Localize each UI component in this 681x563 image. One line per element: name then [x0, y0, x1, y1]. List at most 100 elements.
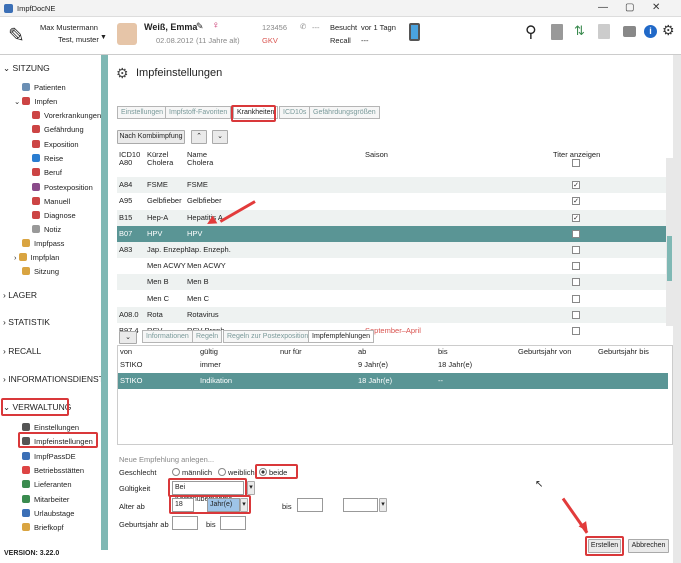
close-icon[interactable]: ✕ — [652, 2, 660, 13]
tab-einstellungen[interactable]: Einstellungen — [117, 106, 168, 119]
gueltigkeit-dropdown-icon[interactable]: ▾ — [247, 481, 255, 495]
titer-checkbox[interactable] — [572, 246, 580, 254]
titer-checkbox[interactable] — [572, 327, 580, 335]
table-row[interactable]: Men B Men B — [117, 274, 667, 291]
sidebar-item-diagnose[interactable]: Diagnose — [32, 211, 76, 220]
table-row[interactable]: Men C Men C — [117, 291, 667, 307]
search-icon[interactable]: ⚲ — [525, 22, 537, 42]
mobile-device-icon[interactable] — [409, 23, 420, 41]
sidebar-item-vorerkrankungen[interactable]: Vorerkrankungen — [32, 111, 101, 120]
item-icon — [32, 111, 40, 119]
section-recall[interactable]: › RECALL — [3, 346, 41, 356]
sidebar-item-impfplan[interactable]: › Impfplan — [14, 253, 59, 262]
table-row[interactable]: A84 FSME FSME ✓ — [117, 177, 667, 194]
document-icon[interactable] — [551, 24, 563, 40]
chevron-down-icon[interactable]: ▼ — [100, 34, 107, 41]
tab-impfstoff-favoriten[interactable]: Impfstoff-Favoriten — [165, 106, 232, 119]
gueltigkeit-label: Gültigkeit — [119, 484, 151, 493]
sidebar-item-betriebsstätten[interactable]: Betriebsstätten — [22, 465, 84, 475]
item-icon — [22, 423, 30, 431]
copy-icon[interactable] — [598, 24, 610, 39]
titer-checkbox[interactable] — [572, 278, 580, 287]
sidebar-item-urlaubstage[interactable]: Urlaubstage — [22, 508, 74, 518]
sidebar-item-postexposition[interactable]: Postexposition — [32, 182, 93, 192]
titer-checkbox[interactable] — [572, 310, 580, 319]
titer-checkbox[interactable] — [572, 262, 580, 271]
sidebar-item-lieferanten[interactable]: Lieferanten — [22, 480, 72, 489]
sidebar-item-manuell[interactable]: Manuell — [32, 196, 70, 206]
titer-checkbox[interactable] — [572, 294, 580, 303]
patient-age: (11 Jahre alt) — [196, 36, 240, 45]
sidebar-item-gefährdung[interactable]: Gefährdung — [32, 125, 84, 134]
alter-bis-dropdown-icon[interactable]: ▾ — [379, 498, 387, 512]
table-row[interactable]: B15 Hep-A Hepatitis A ✓ — [117, 209, 667, 226]
section-informationsdienst[interactable]: › INFORMATIONSDIENST — [3, 374, 104, 384]
table-row[interactable]: A95 Gelbfieber Gelbfieber ✓ — [117, 193, 667, 209]
move-down-button[interactable]: ⌄ — [212, 130, 228, 144]
edit-icon[interactable]: ✎ — [196, 21, 204, 32]
printer-icon[interactable] — [623, 26, 636, 37]
section-statistik[interactable]: › STATISTIK — [3, 317, 50, 327]
sidebar-item-impfpassde[interactable]: ImpfPassDE — [22, 451, 76, 461]
geburtsjahr-bis-input[interactable] — [220, 516, 246, 530]
sidebar-item-briefkopf[interactable]: Briefkopf — [22, 523, 64, 532]
sidebar-item-einstellungen[interactable]: Einstellungen — [22, 423, 79, 432]
main-scrollbar[interactable] — [673, 55, 681, 563]
titer-checkbox[interactable] — [572, 229, 580, 238]
move-up-button[interactable]: ⌃ — [191, 130, 207, 144]
sidebar-item-beruf[interactable]: Beruf — [32, 168, 62, 177]
titer-checkbox[interactable]: ✓ — [572, 213, 580, 222]
collapse-button[interactable]: ⌄ — [119, 331, 137, 344]
titer-checkbox[interactable]: ✓ — [572, 197, 580, 206]
sidebar-item-sitzung[interactable]: Sitzung — [22, 267, 59, 276]
highlight-tab-krankheiten — [231, 105, 276, 122]
table-row[interactable]: Men ACWY Men ACWY — [117, 258, 667, 274]
info-icon[interactable]: i — [644, 25, 657, 38]
radio-weiblich[interactable]: weiblich — [218, 468, 255, 477]
section-lager[interactable]: › LAGER — [3, 290, 37, 300]
sidebar-item-patienten[interactable]: Patienten — [22, 83, 66, 92]
geburtsjahr-ab-input[interactable] — [172, 516, 198, 530]
session-icon — [22, 267, 30, 275]
tab-gefährdungsgrößen[interactable]: Gefährdungsgrößen — [309, 106, 380, 119]
titer-checkbox[interactable] — [572, 159, 580, 167]
sidebar-item-exposition[interactable]: Exposition — [32, 139, 79, 149]
table-row[interactable]: A83 Jap. Enzeph. Jap. Enzeph. — [117, 242, 667, 258]
kombiimpfung-button[interactable]: Nach Kombiimpfung — [117, 130, 185, 144]
sidebar-scrollbar[interactable] — [101, 55, 108, 550]
sidebar-item-reise[interactable]: Reise — [32, 153, 63, 163]
table-row[interactable]: B07 HPV HPV — [117, 225, 667, 242]
sidebar-item-impfpass[interactable]: Impfpass — [22, 239, 64, 248]
titer-checkbox[interactable]: ✓ — [572, 181, 580, 190]
table-row[interactable]: A80 Cholera Cholera — [117, 159, 667, 167]
table-scrollbar[interactable] — [666, 158, 673, 326]
maximize-icon[interactable]: ▢ — [625, 2, 634, 13]
rec-row[interactable]: STIKO Indikation 18 Jahr(e) -- — [118, 373, 668, 389]
abbrechen-button[interactable]: Abbrechen — [628, 539, 669, 553]
patient-name: Weiß, Emma — [144, 22, 198, 32]
alter-bis-input[interactable] — [297, 498, 323, 512]
user-sync-icon[interactable]: ⇅ — [574, 23, 585, 39]
subtab-impfempfehlungen[interactable]: Impfempfehlungen — [308, 330, 374, 343]
rec-cell-gueltig: Indikation — [200, 376, 233, 385]
subtab-regeln-zur-postexposition[interactable]: Regeln zur Postexposition — [223, 330, 313, 343]
tab-icd10s[interactable]: ICD10s — [279, 106, 311, 119]
section-sitzung[interactable]: ⌄ SITZUNG — [3, 63, 50, 74]
radio-maennlich[interactable]: männlich — [172, 468, 212, 477]
sidebar-item-notiz[interactable]: Notiz — [32, 225, 61, 234]
subtab-regeln[interactable]: Regeln — [192, 330, 223, 343]
page-title: Impfeinstellungen — [136, 67, 223, 79]
rec-row[interactable]: STIKO immer 9 Jahr(e) 18 Jahr(e) — [118, 357, 668, 373]
sidebar-item-impfen[interactable]: ⌄ Impfen — [14, 97, 57, 106]
sidebar-item-mitarbeiter[interactable]: Mitarbeiter — [22, 494, 69, 504]
geburtsjahr-ab-label: Geburtsjahr ab — [119, 520, 169, 529]
user-login: Test, muster — [58, 35, 99, 44]
cell-kurz: Rota — [147, 309, 163, 319]
bis-label: bis — [282, 502, 292, 511]
alter-bis-unit-select[interactable] — [343, 498, 378, 512]
minimize-icon[interactable]: — — [598, 2, 608, 13]
subtab-informationen[interactable]: Informationen — [142, 330, 193, 343]
table-row[interactable]: A08.0 Rota Rotavirus — [117, 306, 667, 323]
gear-icon[interactable]: ⚙ — [662, 22, 675, 39]
item-icon — [22, 480, 30, 489]
